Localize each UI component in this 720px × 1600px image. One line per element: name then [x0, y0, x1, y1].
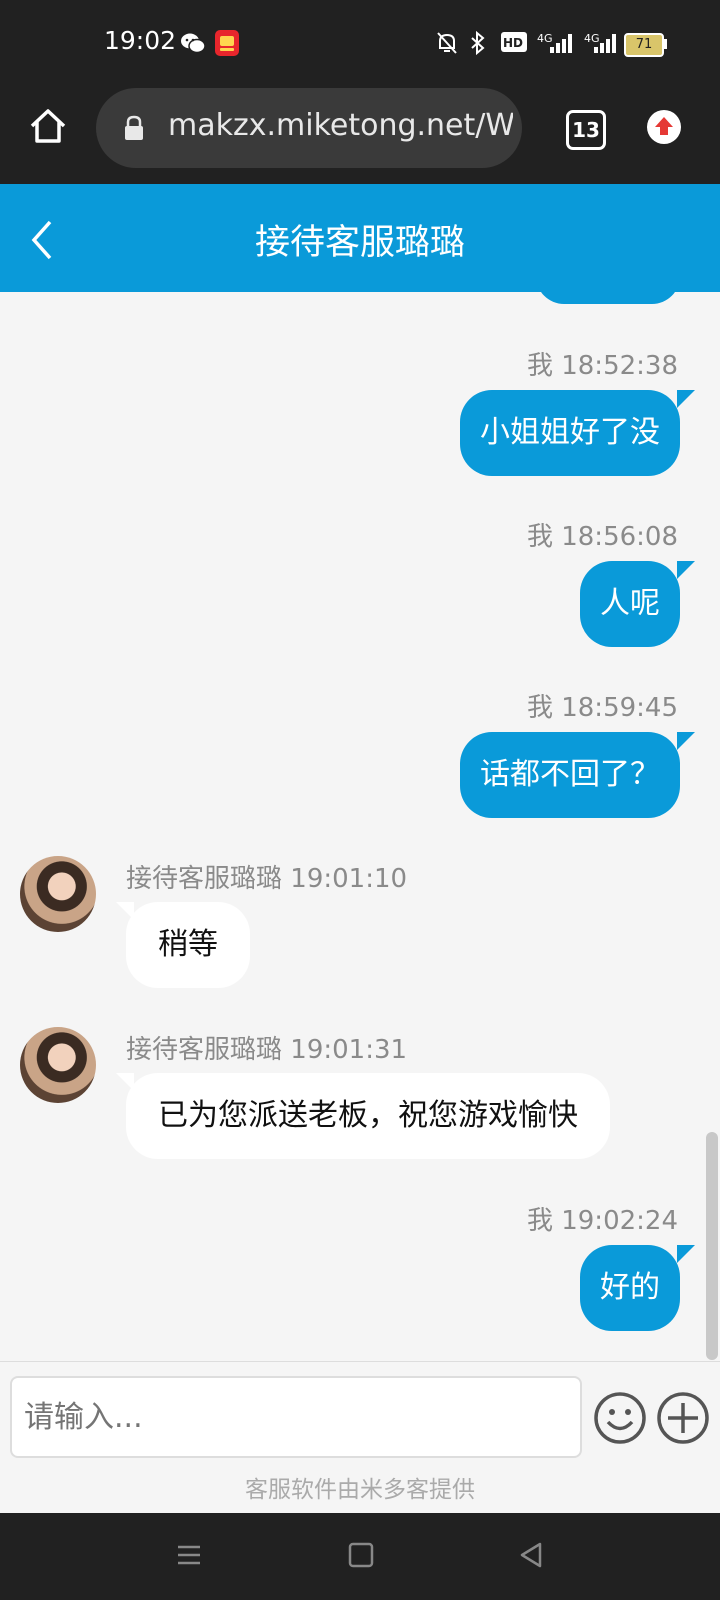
message-sender: 接待客服璐璐 [126, 1035, 283, 1065]
battery-level: 71 [635, 37, 653, 52]
scrollbar[interactable] [706, 1132, 718, 1360]
menu-icon[interactable] [176, 1542, 202, 1568]
bubble-tail [677, 561, 695, 579]
home-square-icon[interactable] [348, 1542, 374, 1568]
message-meta: 接待客服璐璐 19:01:10 [126, 858, 407, 895]
svg-text:HD: HD [503, 36, 523, 50]
message-meta: 接待客服璐璐 19:01:31 [126, 1029, 407, 1066]
tab-switcher-button[interactable]: 13 [566, 110, 606, 150]
message-meta: 我 18:56:08 [527, 516, 678, 553]
message-time: 18:52:38 [561, 351, 678, 381]
url-text[interactable]: makzx.miketong.net/We [168, 108, 513, 143]
bluetooth-icon [471, 31, 485, 55]
battery-tip [664, 39, 667, 49]
message-time: 18:56:08 [561, 522, 678, 552]
wechat-icon [181, 33, 206, 54]
message-bubble-in: 稍等 [126, 902, 250, 988]
message-time: 19:01:31 [290, 1035, 408, 1065]
message-sender: 我 [526, 522, 553, 552]
bubble-tail [677, 1245, 695, 1263]
message-bubble-out: 话都不回了？ [460, 732, 680, 818]
bubble-tail [677, 390, 695, 408]
back-triangle-icon[interactable] [518, 1542, 544, 1568]
upload-icon[interactable] [646, 109, 682, 145]
message-meta: 我 18:59:45 [527, 687, 678, 724]
message-bubble-out: 好的 [580, 1245, 680, 1331]
powered-by-footer: 客服软件由米多客提供 [245, 1477, 475, 1503]
signal-icon-2 [594, 34, 616, 53]
agent-avatar[interactable] [20, 1027, 96, 1103]
status-bar: 19:02 HD 4G 4G 71 [0, 0, 720, 90]
message-meta: 我 18:52:38 [527, 345, 678, 382]
plus-icon[interactable] [656, 1391, 710, 1445]
message-meta: 我 19:02:24 [527, 1200, 678, 1237]
message-sender: 我 [526, 693, 553, 723]
message-bubble-in: 已为您派送老板，祝您游戏愉快 [126, 1073, 610, 1159]
lock-icon [125, 115, 143, 140]
signal-icon [550, 34, 572, 53]
message-sender: 我 [526, 351, 553, 381]
message-sender: 我 [526, 1206, 553, 1236]
message-bubble-out: 小姐姐好了没 [460, 390, 680, 476]
mute-bell-icon [437, 32, 457, 54]
agent-avatar[interactable] [20, 856, 96, 932]
message-bubble-partial [536, 268, 680, 304]
status-time: 19:02 [104, 26, 177, 55]
message-time: 19:02:24 [561, 1206, 678, 1236]
home-icon[interactable] [28, 106, 68, 146]
message-time: 19:01:10 [290, 864, 408, 894]
taobao-app-icon [215, 30, 239, 56]
message-input[interactable] [10, 1376, 582, 1458]
bubble-tail [677, 732, 695, 750]
message-sender: 接待客服璐璐 [126, 864, 283, 894]
emoji-icon[interactable] [593, 1391, 647, 1445]
hd-icon: HD [501, 32, 527, 52]
message-time: 18:59:45 [561, 693, 678, 723]
message-bubble-out: 人呢 [580, 561, 680, 647]
chat-title: 接待客服璐璐 [254, 223, 465, 263]
battery-icon: 71 [624, 33, 664, 57]
